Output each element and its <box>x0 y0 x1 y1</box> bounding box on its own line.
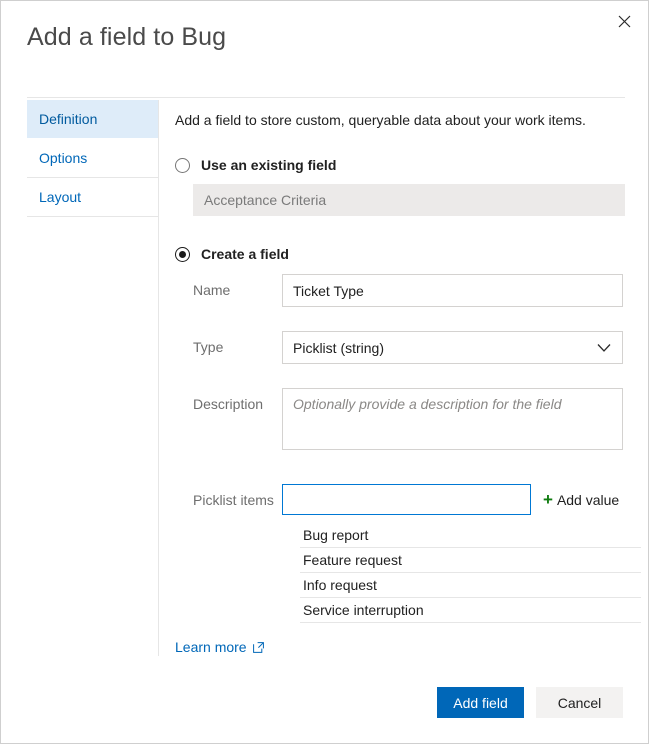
tab-options[interactable]: Options <box>27 139 158 178</box>
list-item-label: Service interruption <box>303 602 424 618</box>
tab-layout[interactable]: Layout <box>27 178 158 217</box>
name-row: Name <box>193 274 625 307</box>
picklist-row: Picklist items + Add value <box>193 484 625 515</box>
type-label: Type <box>193 331 282 355</box>
list-item[interactable]: Info request <box>300 573 641 598</box>
tab-definition-label: Definition <box>39 111 97 127</box>
create-field-form: Name Type Picklist (string) Description <box>193 274 625 623</box>
definition-panel: Add a field to store custom, queryable d… <box>175 111 625 657</box>
type-select[interactable]: Picklist (string) <box>282 331 623 364</box>
tab-definition[interactable]: Definition <box>27 100 158 139</box>
list-item[interactable]: Bug report <box>300 523 641 548</box>
tab-rail-divider <box>158 100 159 656</box>
dialog-footer: Add field Cancel <box>437 687 623 718</box>
list-item-label: Info request <box>303 577 377 593</box>
list-item[interactable]: Feature request <box>300 548 641 573</box>
intro-text: Add a field to store custom, queryable d… <box>175 111 625 129</box>
type-row: Type Picklist (string) <box>193 331 625 364</box>
chevron-down-icon <box>597 343 611 352</box>
tab-list: Definition Options Layout <box>27 100 158 217</box>
radio-icon-create-field <box>175 247 190 262</box>
learn-more-link[interactable]: Learn more <box>175 639 264 655</box>
external-link-icon <box>253 642 264 653</box>
radio-icon-use-existing <box>175 158 190 173</box>
picklist-input[interactable] <box>282 484 531 515</box>
header-divider <box>27 97 625 98</box>
description-label: Description <box>193 388 282 412</box>
list-item-label: Feature request <box>303 552 402 568</box>
list-item[interactable]: Service interruption <box>300 598 641 623</box>
picklist-items-label: Picklist items <box>193 484 282 508</box>
type-select-value: Picklist (string) <box>293 340 384 356</box>
picklist-item-list: Bug report Feature request Info request … <box>300 523 641 623</box>
radio-create-field-label: Create a field <box>201 246 289 262</box>
radio-create-field[interactable]: Create a field <box>175 246 625 262</box>
tab-layout-label: Layout <box>39 189 81 205</box>
name-input[interactable] <box>282 274 623 307</box>
tab-options-label: Options <box>39 150 87 166</box>
existing-field-select: Acceptance Criteria <box>193 184 625 216</box>
radio-use-existing-label: Use an existing field <box>201 157 336 173</box>
add-field-button[interactable]: Add field <box>437 687 524 718</box>
cancel-button[interactable]: Cancel <box>536 687 623 718</box>
add-value-button[interactable]: + Add value <box>543 484 619 508</box>
description-row: Description <box>193 388 625 450</box>
add-value-label: Add value <box>557 492 619 508</box>
radio-use-existing-field[interactable]: Use an existing field <box>175 157 625 173</box>
page-title: Add a field to Bug <box>27 23 226 52</box>
close-glyph <box>618 15 631 28</box>
name-label: Name <box>193 274 282 298</box>
description-textarea[interactable] <box>282 388 623 450</box>
add-field-dialog: Add a field to Bug Definition Options La… <box>0 0 649 744</box>
list-item-label: Bug report <box>303 527 368 543</box>
plus-icon: + <box>543 491 553 508</box>
learn-more-label: Learn more <box>175 639 247 655</box>
existing-field-value: Acceptance Criteria <box>204 192 326 208</box>
close-icon[interactable] <box>608 5 640 37</box>
